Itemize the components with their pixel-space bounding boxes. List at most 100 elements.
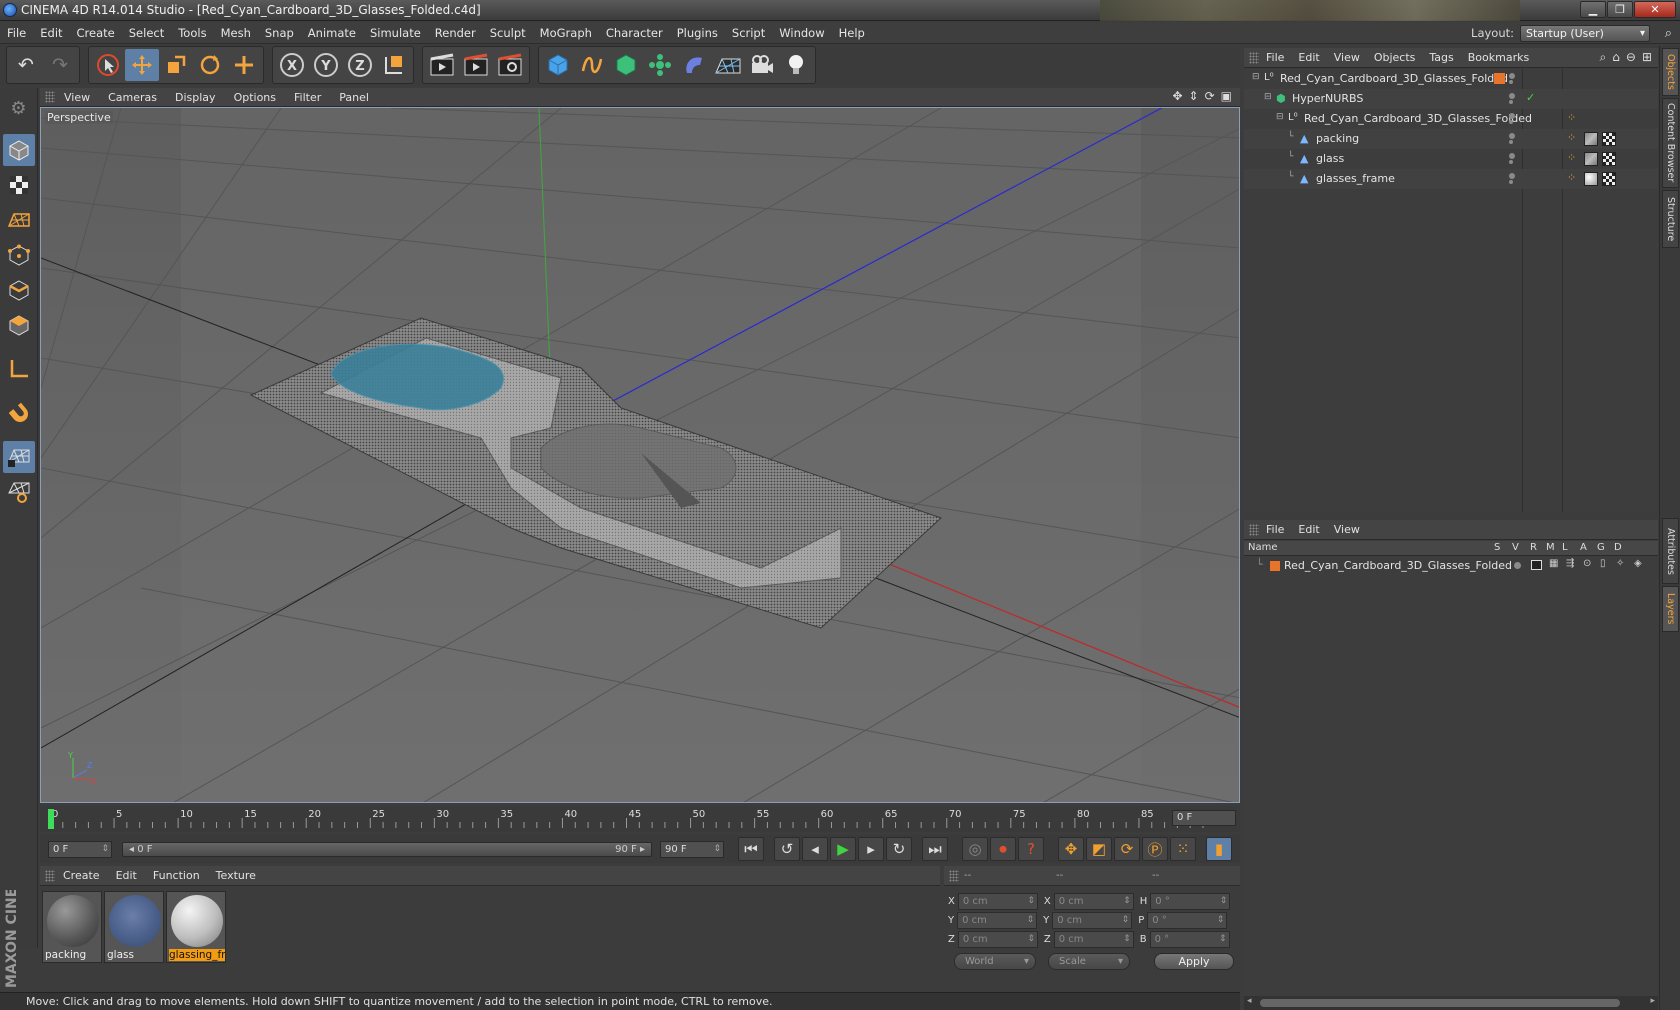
object-row[interactable]: ⊟ L⁰ Red_Cyan_Cardboard_3D_Glasses_Folded [1244, 69, 1658, 89]
menu-create[interactable]: Create [70, 22, 122, 44]
array-icon[interactable] [643, 49, 677, 81]
material-menu-edit[interactable]: Edit [108, 869, 145, 882]
object-menu-bookmarks[interactable]: Bookmarks [1461, 51, 1536, 64]
object-menu-view[interactable]: View [1327, 51, 1367, 64]
uvw-tag-icon[interactable] [1602, 152, 1616, 166]
redo-icon[interactable]: ↷ [43, 49, 77, 81]
previous-keyframe-icon[interactable]: ↺ [774, 837, 800, 861]
start-frame-field[interactable]: 0 F [48, 840, 112, 858]
panel-grip-icon[interactable] [45, 91, 55, 103]
menu-mograph[interactable]: MoGraph [533, 22, 599, 44]
tree-expander-icon[interactable]: ⊟ [1276, 112, 1284, 122]
nurbs-icon[interactable] [609, 49, 643, 81]
record-rotation-icon[interactable]: ⟳ [1114, 837, 1140, 861]
panel-grip-icon[interactable] [949, 869, 959, 882]
menu-select[interactable]: Select [122, 22, 171, 44]
editor-visibility-toggle[interactable] [1509, 93, 1515, 99]
phong-tag-icon[interactable]: ⁘ [1567, 171, 1576, 184]
toggle-view-icon[interactable]: ▣ [1221, 89, 1232, 103]
close-button[interactable]: ✕ [1634, 1, 1676, 18]
filter-icon[interactable]: ⊖ [1626, 50, 1636, 65]
axis-mode-icon[interactable] [3, 353, 35, 385]
render-settings-icon[interactable] [493, 49, 527, 81]
perspective-viewport[interactable]: Perspective Y Z X [40, 107, 1240, 803]
spline-icon[interactable] [575, 49, 609, 81]
scroll-right-icon[interactable]: ▸ [1650, 996, 1655, 1006]
go-to-start-icon[interactable]: ⏮ [738, 837, 764, 861]
layer-row[interactable]: └ Red_Cyan_Cardboard_3D_Glasses_Folded ▦… [1244, 557, 1658, 575]
viewport-menu-panel[interactable]: Panel [330, 91, 378, 104]
object-row[interactable]: ⊟ L⁰ Red_Cyan_Cardboard_3D_Glasses_Folded ⁘ [1244, 109, 1658, 129]
phong-tag-icon[interactable]: ⁘ [1567, 131, 1576, 144]
home-icon[interactable]: ⌂ [1612, 50, 1620, 65]
record-parameter-icon[interactable]: Ⓟ [1142, 837, 1168, 861]
layer-column-m[interactable]: M [1546, 542, 1555, 553]
layer-column-a[interactable]: A [1580, 542, 1587, 553]
end-frame-field[interactable]: 90 F [660, 840, 724, 858]
position-field[interactable]: 0 cm [957, 893, 1038, 910]
editor-visibility-toggle[interactable] [1509, 133, 1515, 139]
make-editable-icon[interactable]: ⚙ [3, 92, 35, 124]
tab-content-browser[interactable]: Content Browser [1662, 98, 1679, 188]
viewport-menu-view[interactable]: View [55, 91, 99, 104]
menu-script[interactable]: Script [725, 22, 772, 44]
panel-grip-icon[interactable] [45, 869, 55, 882]
model-mode-icon[interactable] [2, 134, 35, 166]
menu-window[interactable]: Window [772, 22, 831, 44]
enabled-check-icon[interactable]: ✓ [1526, 91, 1535, 104]
material-swatch-glass[interactable]: glass [104, 891, 164, 963]
polygons-mode-icon[interactable] [3, 309, 35, 341]
menu-simulate[interactable]: Simulate [363, 22, 428, 44]
layer-deformers-icon[interactable]: ◈ [1634, 558, 1642, 569]
rotation-field[interactable]: 0 ° [1149, 931, 1230, 948]
undo-icon[interactable]: ↶ [9, 49, 43, 81]
live-selection-icon[interactable] [91, 49, 125, 81]
menu-render[interactable]: Render [428, 22, 483, 44]
y-axis-lock-icon[interactable]: Y [309, 49, 343, 81]
layer-column-d[interactable]: D [1614, 542, 1622, 553]
object-row[interactable]: └ ▲ glass ⁘ [1244, 149, 1658, 169]
menu-help[interactable]: Help [832, 22, 872, 44]
position-field[interactable]: 0 cm [957, 931, 1038, 948]
scrollbar-thumb[interactable] [1260, 999, 1620, 1007]
pan-view-icon[interactable]: ✥ [1172, 89, 1182, 103]
layer-column-l[interactable]: L [1562, 542, 1568, 553]
play-forward-icon[interactable]: ▶ [830, 837, 856, 861]
render-visibility-toggle[interactable] [1509, 180, 1513, 184]
layer-column-v[interactable]: V [1512, 542, 1519, 553]
record-scale-icon[interactable]: ◩ [1086, 837, 1112, 861]
record-pla-icon[interactable]: ⁙ [1170, 837, 1196, 861]
layer-menu-view[interactable]: View [1327, 523, 1367, 536]
tab-structure[interactable]: Structure [1662, 190, 1679, 248]
object-menu-tags[interactable]: Tags [1422, 51, 1460, 64]
render-picture-viewer-icon[interactable] [459, 49, 493, 81]
size-field[interactable]: 0 cm [1052, 912, 1133, 929]
layer-visible-icon[interactable] [1531, 560, 1542, 570]
menu-edit[interactable]: Edit [33, 22, 69, 44]
object-menu-file[interactable]: File [1259, 51, 1291, 64]
current-frame-field[interactable]: 0 F [1172, 810, 1236, 826]
rotation-field[interactable]: 0 ° [1150, 893, 1231, 910]
viewport-menu-display[interactable]: Display [166, 91, 225, 104]
object-row[interactable]: └ ▲ glasses_frame ⁘ [1244, 169, 1658, 189]
tab-layers[interactable]: Layers [1662, 586, 1679, 632]
layer-menu-edit[interactable]: Edit [1291, 523, 1326, 536]
texture-mode-icon[interactable] [3, 169, 35, 201]
layer-column-r[interactable]: R [1530, 542, 1537, 553]
editor-visibility-toggle[interactable] [1509, 73, 1515, 79]
workplane-mode-icon[interactable] [3, 204, 35, 236]
camera-icon[interactable] [745, 49, 779, 81]
panel-grip-icon[interactable] [1249, 51, 1259, 64]
rotate-view-icon[interactable]: ⟳ [1205, 89, 1215, 103]
timeline-icon[interactable]: ▮ [1206, 837, 1232, 861]
material-swatch-packing[interactable]: packing [42, 891, 102, 963]
layer-manager-icon[interactable]: ⇶ [1566, 558, 1574, 569]
layout-dropdown[interactable]: Startup (User) [1520, 24, 1650, 42]
material-tag-icon[interactable] [1584, 132, 1598, 146]
floor-icon[interactable] [711, 49, 745, 81]
render-visibility-toggle[interactable] [1509, 160, 1513, 164]
locked-workplane-icon[interactable] [2, 441, 35, 473]
previous-frame-icon[interactable]: ◂ [802, 837, 828, 861]
size-field[interactable]: 0 cm [1053, 931, 1134, 948]
layer-color-swatch[interactable] [1270, 561, 1280, 571]
